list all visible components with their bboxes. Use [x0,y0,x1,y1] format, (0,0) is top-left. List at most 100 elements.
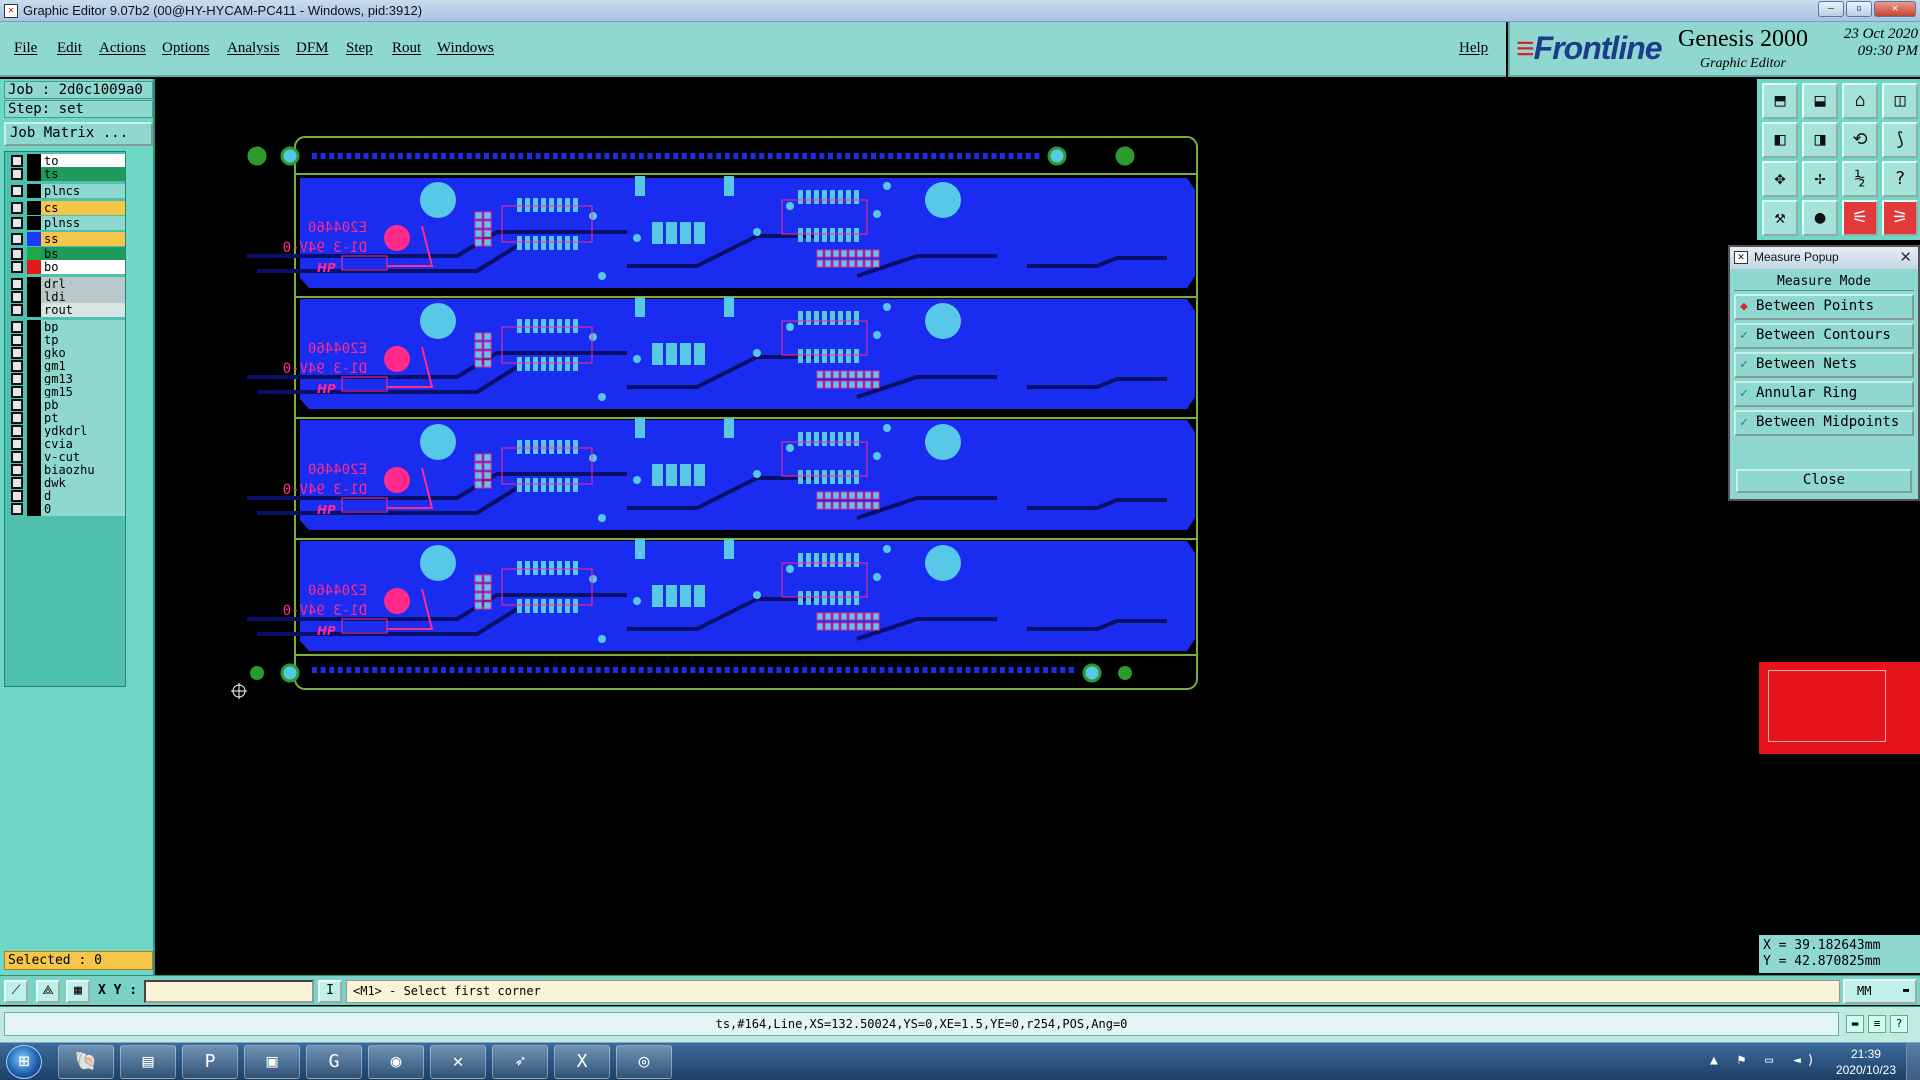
layer-row-drl[interactable]: drl [8,277,125,291]
units-select[interactable]: MM ▬ [1843,979,1917,1004]
layer-name[interactable]: cs [41,201,125,215]
layer-name[interactable]: plnss [41,216,125,230]
layer-row-cvia[interactable]: cvia [8,437,125,451]
maximize-button[interactable]: ▫ [1846,1,1872,17]
layer-checkbox[interactable] [11,399,23,411]
taskbar-save-icon[interactable]: ▣ [244,1045,300,1079]
layer-color-swatch[interactable] [27,277,41,291]
layer-name[interactable]: drl [41,277,125,291]
job-matrix-button[interactable]: Job Matrix ... [4,122,153,146]
pcb-board-view[interactable]: E204460 D1-3 94V-0 HP E204460 D1-3 94V-0 HP E2… [157,79,1757,975]
layer-row-bs[interactable]: bs [8,247,125,261]
layer-color-swatch[interactable] [27,303,41,317]
layer-color-swatch[interactable] [27,167,41,181]
taskbar-shell-icon[interactable]: 🐚 [58,1045,114,1079]
menu-step[interactable]: Step [346,40,373,57]
layer-name[interactable]: bp [41,320,125,334]
menu-dfm[interactable]: DFM [296,40,329,57]
layer-row-plnss[interactable]: plnss [8,216,125,230]
tools-icon[interactable]: ⚒ [1762,200,1798,236]
layer-name[interactable]: gm13 [41,372,125,386]
layer-checkbox[interactable] [11,321,23,333]
minimize-button[interactable]: – [1818,1,1844,17]
layer-color-swatch[interactable] [27,346,41,360]
menu-options[interactable]: Options [162,40,210,57]
layer-row-to[interactable]: to [8,154,125,168]
tray-icons[interactable]: ▲ ⚑ ▭ ◄) [1710,1053,1821,1068]
layer-checkbox[interactable] [11,347,23,359]
layer-row-ydkdrl[interactable]: ydkdrl [8,424,125,438]
layer-checkbox[interactable] [11,334,23,346]
layer-name[interactable]: gko [41,346,125,360]
layer-checkbox[interactable] [11,438,23,450]
status-help-icon[interactable]: ? [1890,1015,1908,1033]
layer-color-swatch[interactable] [27,290,41,304]
layer-checkbox[interactable] [11,291,23,303]
layer-row-bp[interactable]: bp [8,320,125,334]
layer-row-ts[interactable]: ts [8,167,125,181]
layer-checkbox[interactable] [11,490,23,502]
layer-name[interactable]: ss [41,232,125,246]
overview-window[interactable] [1759,662,1920,754]
status-toggle-icon[interactable]: ▬ [1846,1015,1864,1033]
layer-row-biaozhu[interactable]: biaozhu [8,463,125,477]
home-icon[interactable]: ⌂ [1842,83,1878,119]
layer-color-swatch[interactable] [27,372,41,386]
layer-checkbox[interactable] [11,168,23,180]
measure-icon[interactable]: ⚟ [1842,200,1878,236]
taskbar-x-app-icon[interactable]: ✕ [430,1045,486,1079]
pan-right-icon[interactable]: ◨ [1802,122,1838,158]
menu-windows[interactable]: Windows [437,40,494,57]
status-list-icon[interactable]: ≡ [1868,1015,1886,1033]
layer-checkbox[interactable] [11,360,23,372]
measure-popup-titlebar[interactable]: ✕ Measure Popup ✕ [1730,247,1918,269]
layer-checkbox[interactable] [11,248,23,260]
feature-icon[interactable]: ● [1802,200,1838,236]
overview-viewport-frame[interactable] [1768,670,1886,742]
menu-actions[interactable]: Actions [99,40,146,57]
layer-row-gm1[interactable]: gm1 [8,359,125,373]
layer-name[interactable]: v-cut [41,450,125,464]
layer-checkbox[interactable] [11,233,23,245]
option-between-nets[interactable]: ✓ Between Nets [1734,352,1914,378]
save-icon[interactable]: ⬓ [1802,83,1838,119]
layer-name[interactable]: pt [41,411,125,425]
scale-1-2-icon[interactable]: ½ [1842,161,1878,197]
layer-color-swatch[interactable] [27,216,41,230]
layer-checkbox[interactable] [11,425,23,437]
layer-color-swatch[interactable] [27,411,41,425]
layer-name[interactable]: cvia [41,437,125,451]
tray-clock[interactable]: 21:39 2020/10/23 [1836,1046,1896,1078]
layer-checkbox[interactable] [11,451,23,463]
layer-checkbox[interactable] [11,464,23,476]
layer-row-pb[interactable]: pb [8,398,125,412]
layer-name[interactable]: rout [41,303,125,317]
layer-name[interactable]: plncs [41,184,125,198]
layer-color-swatch[interactable] [27,359,41,373]
layer-color-swatch[interactable] [27,476,41,490]
layer-name[interactable]: to [41,154,125,168]
menu-analysis[interactable]: Analysis [227,40,280,57]
layer-row-v-cut[interactable]: v-cut [8,450,125,464]
menu-file[interactable]: File [14,40,37,57]
taskbar-notepad-icon[interactable]: ▤ [120,1045,176,1079]
layer-color-swatch[interactable] [27,201,41,215]
taskbar-eye-app-icon[interactable]: ◉ [368,1045,424,1079]
open-icon[interactable]: ⬒ [1762,83,1798,119]
layer-color-swatch[interactable] [27,154,41,168]
layer-name[interactable]: dwk [41,476,125,490]
layer-color-swatch[interactable] [27,232,41,246]
layer-checkbox[interactable] [11,202,23,214]
ruler-icon[interactable]: ⚞ [1882,200,1918,236]
snap-icon[interactable]: ⟆ [1882,122,1918,158]
zoom-icon[interactable]: ✢ [1802,161,1838,197]
layer-row-gm13[interactable]: gm13 [8,372,125,386]
layer-checkbox[interactable] [11,261,23,273]
redraw-icon[interactable]: ⟲ [1842,122,1878,158]
layer-name[interactable]: ts [41,167,125,181]
layer-row-gm15[interactable]: gm15 [8,385,125,399]
layer-checkbox[interactable] [11,217,23,229]
layer-color-swatch[interactable] [27,333,41,347]
layer-checkbox[interactable] [11,373,23,385]
start-button-icon[interactable]: ⊞ [6,1045,42,1079]
